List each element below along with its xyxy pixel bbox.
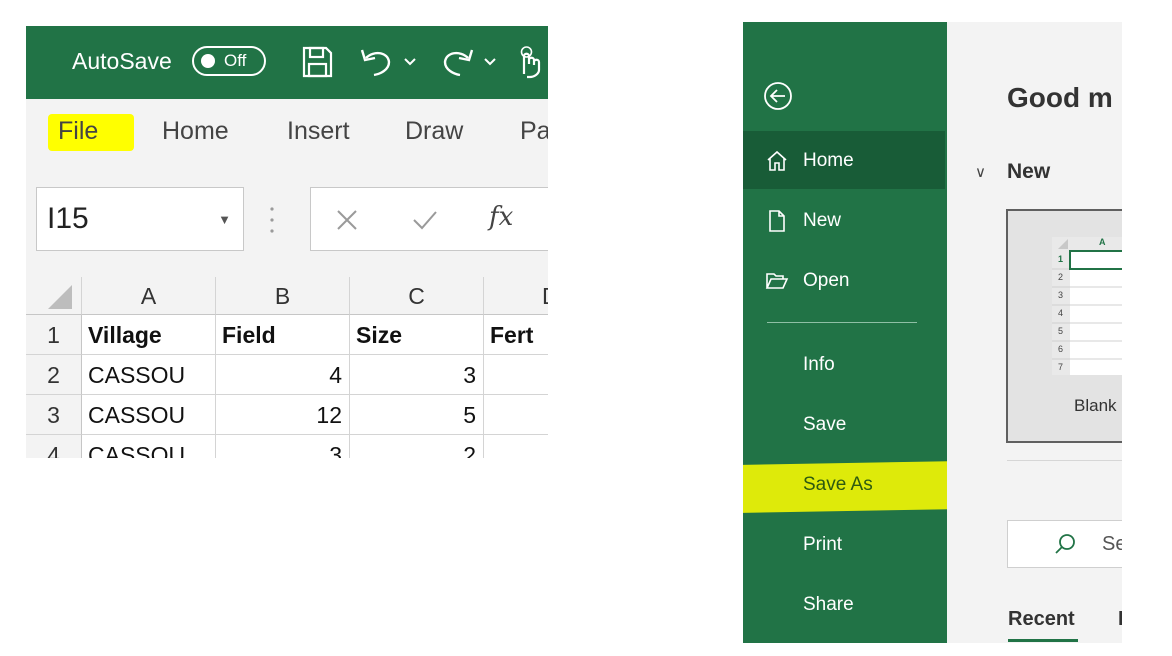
cell[interactable] [484, 395, 548, 435]
row-header[interactable]: 4 [26, 435, 82, 458]
row-header[interactable]: 3 [26, 395, 82, 435]
chevron-down-icon[interactable]: ∨ [975, 163, 986, 181]
backstage-sidebar: Home New Open Info Save Save As Print Sh… [743, 22, 977, 643]
column-header[interactable]: A [82, 277, 216, 315]
name-box-value: I15 [47, 202, 89, 235]
autosave-toggle[interactable]: Off [192, 46, 266, 76]
sidebar-item-label: Print [803, 534, 843, 555]
sidebar-item-label: Save As [803, 474, 873, 495]
tab-next[interactable]: I [1118, 608, 1122, 631]
tab-draw[interactable]: Draw [405, 117, 463, 146]
active-tab-indicator [1008, 639, 1078, 642]
back-arrow-icon[interactable] [763, 81, 793, 111]
sidebar-item-save[interactable]: Save [743, 395, 947, 453]
formula-bar: I15 ▼ fx [26, 165, 548, 277]
select-all-triangle-icon [48, 285, 72, 309]
cell[interactable]: CASSOU [82, 435, 216, 458]
redo-icon[interactable] [440, 44, 476, 80]
toggle-knob [201, 54, 215, 68]
tab-insert[interactable]: Insert [287, 117, 350, 146]
sidebar-item-share[interactable]: Share [743, 575, 947, 633]
sidebar-divider [767, 322, 917, 323]
search-placeholder: Se [1102, 533, 1122, 555]
thumb-row-label: 2 [1058, 272, 1064, 282]
close-icon[interactable] [335, 208, 359, 232]
excel-window: AutoSave Off File Home Insert Draw Pa I1… [26, 26, 548, 458]
ribbon-tabs: File Home Insert Draw Pa [26, 99, 548, 165]
backstage-main: Good m ∨ New A 1 2 3 4 5 6 7 Blank Se Re… [947, 22, 1122, 643]
tab-file[interactable]: File [58, 117, 98, 146]
cell[interactable]: 3 [216, 435, 350, 458]
column-header[interactable]: B [216, 277, 350, 315]
cell[interactable]: Size [350, 315, 484, 355]
thumb-row-label: 1 [1058, 254, 1064, 264]
chevron-down-icon[interactable] [482, 44, 498, 80]
cell[interactable]: Fert [484, 315, 548, 355]
cell[interactable]: 3 [350, 355, 484, 395]
sidebar-item-open[interactable]: Open [743, 251, 947, 309]
blank-workbook-template[interactable]: A 1 2 3 4 5 6 7 Blank [1006, 209, 1122, 443]
formula-controls: fx [310, 187, 548, 251]
thumb-row-label: 6 [1058, 344, 1064, 354]
folder-open-icon [765, 273, 789, 289]
row-header[interactable]: 1 [26, 315, 82, 355]
cell[interactable]: 2 [350, 435, 484, 458]
new-section-title[interactable]: New [1007, 160, 1050, 184]
select-all-corner[interactable] [26, 277, 82, 315]
sidebar-item-print[interactable]: Print [743, 515, 947, 573]
row-header[interactable]: 2 [26, 355, 82, 395]
cell[interactable]: CASSOU [82, 355, 216, 395]
cell[interactable] [484, 435, 548, 458]
save-icon[interactable] [300, 44, 334, 80]
cell[interactable]: 12 [216, 395, 350, 435]
fx-icon[interactable]: fx [489, 202, 513, 232]
sidebar-item-label: Home [803, 150, 854, 171]
template-label: Blank [1074, 396, 1117, 415]
thumb-row-label: 5 [1058, 326, 1064, 336]
touch-mode-icon[interactable] [514, 44, 548, 80]
spreadsheet-grid: A B C D 1 2 3 4 Village Field Size Fert … [26, 277, 548, 458]
tab-home[interactable]: Home [162, 117, 229, 146]
thumb-col-label: A [1099, 237, 1106, 247]
cell[interactable]: 4 [216, 355, 350, 395]
autosave-label: AutoSave [72, 48, 172, 74]
tab-recent[interactable]: Recent [1008, 608, 1075, 631]
search-icon [1055, 534, 1075, 554]
section-divider [1007, 460, 1122, 461]
sidebar-item-label: Open [803, 270, 850, 291]
cell[interactable]: Field [216, 315, 350, 355]
column-header[interactable]: D [484, 277, 548, 315]
title-bar: AutoSave Off [26, 26, 548, 99]
tab-page-layout[interactable]: Pa [520, 117, 548, 146]
greeting-title: Good m [1007, 82, 1113, 113]
cell[interactable] [484, 355, 548, 395]
sidebar-item-home[interactable]: Home [743, 131, 945, 189]
backstage-view: Home New Open Info Save Save As Print Sh… [743, 22, 1122, 643]
chevron-down-icon[interactable] [402, 44, 418, 80]
cell[interactable]: CASSOU [82, 395, 216, 435]
sidebar-item-label: Save [803, 414, 847, 435]
sidebar-item-label: Share [803, 594, 854, 615]
sidebar-item-save-as[interactable]: Save As [743, 455, 947, 513]
undo-icon[interactable] [358, 44, 394, 80]
home-icon [767, 150, 787, 171]
thumb-row-label: 3 [1058, 290, 1064, 300]
thumb-row-label: 7 [1058, 362, 1064, 372]
name-box[interactable]: I15 ▼ [36, 187, 244, 251]
search-input[interactable]: Se [1007, 520, 1122, 568]
sidebar-item-label: New [803, 210, 842, 231]
chevron-down-icon[interactable]: ▼ [218, 212, 231, 227]
drag-handle-icon[interactable] [270, 205, 274, 235]
cell[interactable]: Village [82, 315, 216, 355]
thumb-row-label: 4 [1058, 308, 1064, 318]
cell[interactable]: 5 [350, 395, 484, 435]
column-header[interactable]: C [350, 277, 484, 315]
sidebar-item-info[interactable]: Info [743, 335, 947, 393]
sidebar-item-new[interactable]: New [743, 191, 947, 249]
blank-workbook-thumbnail: A 1 2 3 4 5 6 7 [1052, 237, 1122, 375]
new-file-icon [769, 210, 785, 232]
toggle-state: Off [224, 51, 247, 70]
check-icon[interactable] [411, 208, 439, 232]
sidebar-item-label: Info [803, 354, 835, 375]
